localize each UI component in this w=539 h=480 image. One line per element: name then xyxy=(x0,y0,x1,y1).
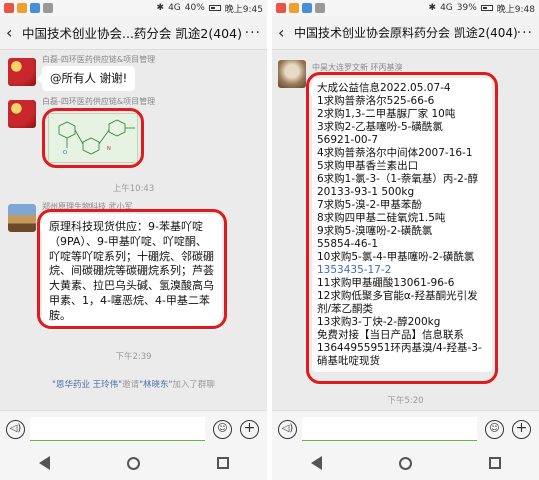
clock: 晚上9:45 xyxy=(224,4,263,15)
chat-title-bar: ‹ 中国技术创业协会原料药分会 凯途2(404) ··· xyxy=(272,16,539,50)
sender-name: 中昊大连罗文新 环丙基溴 xyxy=(312,63,403,72)
emoji-icon[interactable]: ☺ xyxy=(485,420,504,439)
back-arrow-icon[interactable]: ‹ xyxy=(278,23,294,42)
message-line: 11求购甲基硼酸13061-96-6 xyxy=(317,277,455,289)
message-bubble[interactable]: @所有人 谢谢! xyxy=(36,66,136,91)
battery-icon xyxy=(208,5,221,11)
message-list[interactable]: 中昊大连罗文新 环丙基溴 大成公益信息2022.05.07-4 1求购普萘洛尔5… xyxy=(272,50,539,410)
app-notification-icon xyxy=(4,3,14,13)
plus-icon[interactable]: + xyxy=(240,420,259,439)
user-link[interactable]: "林晓东" xyxy=(139,380,172,390)
message-line: 13求购3-丁炔-2-醇200kg xyxy=(317,316,441,328)
plus-icon[interactable]: + xyxy=(512,420,531,439)
timestamp: 下午5:20 xyxy=(387,396,424,406)
bluetooth-icon: ✱ xyxy=(428,3,437,13)
nav-back-icon[interactable] xyxy=(38,456,50,470)
nav-home-icon[interactable] xyxy=(126,456,140,470)
chemical-structure-image[interactable]: N O xyxy=(48,113,138,163)
sender-name: 白磊-四环医药供应链&项目管理 xyxy=(42,97,156,106)
message-bubble[interactable]: 大成公益信息2022.05.07-4 1求购普萘洛尔525-66-6 2求购1,… xyxy=(307,78,492,372)
android-nav-bar xyxy=(272,446,539,480)
message-line: 55854-46-1 xyxy=(317,238,379,250)
right-screenshot: ✱ 4G 39% 晚上9:48 ‹ 中国技术创业协会原料药分会 凯途2(404)… xyxy=(272,0,539,480)
voice-input-icon[interactable]: ◁) xyxy=(278,420,297,439)
svg-text:O: O xyxy=(63,150,67,156)
message-input[interactable] xyxy=(30,417,205,441)
nav-recent-apps-icon[interactable] xyxy=(216,457,229,469)
more-options-icon[interactable]: ··· xyxy=(245,25,261,41)
message-line: 20133-93-1 500kg xyxy=(317,186,415,198)
bluetooth-icon: ✱ xyxy=(156,3,165,13)
emoji-icon[interactable]: ☺ xyxy=(213,420,232,439)
battery-icon xyxy=(480,5,493,11)
app-notification-icon xyxy=(43,3,53,13)
app-notification-icon xyxy=(315,3,325,13)
nav-home-icon[interactable] xyxy=(398,456,412,470)
avatar[interactable] xyxy=(8,58,36,86)
nav-recent-apps-icon[interactable] xyxy=(488,457,501,469)
more-options-icon[interactable]: ··· xyxy=(517,25,533,41)
message-input[interactable] xyxy=(302,417,477,441)
avatar[interactable] xyxy=(278,60,306,88)
sender-name: 郑州原理生物科技 武小军 xyxy=(42,202,133,211)
app-notification-icon xyxy=(302,3,312,13)
chemical-structure-icon: N O xyxy=(58,119,135,156)
message-line: 4求购普萘洛尔中间体2007-16-1 xyxy=(317,147,473,159)
message-line: 8求购四甲基二硅氧烷1.5吨 xyxy=(317,212,446,224)
chat-title: 中国技术创业协会原料药分会 凯途2(404) xyxy=(294,26,517,40)
avatar[interactable] xyxy=(8,204,36,232)
message-line: 6求购1-氯-3-（1-萘氧基）丙-2-醇 xyxy=(317,173,479,185)
phone-link[interactable]: 1353435-17-2 xyxy=(317,264,487,277)
input-bar: ◁) ☺ + xyxy=(0,410,267,446)
chat-title: 中国技术创业协会...药分会 凯途2(404) xyxy=(22,26,242,41)
status-bar: ✱ 4G 40% 晚上9:45 xyxy=(0,0,267,16)
message-line: 12求购低聚多官能α-羟基酮光引发剂/苯乙酮类 xyxy=(317,290,478,315)
message-line: 56921-00-7 xyxy=(317,134,379,146)
message-line: 2求购1,3-二甲基脲厂家 10吨 xyxy=(317,108,456,120)
sender-name: 白磊-四环医药供应链&项目管理 xyxy=(42,55,156,64)
message-line: 免费对接【当日产品】信息联系13644955951环丙基溴/4-羟基-3-硝基吡… xyxy=(317,329,482,367)
signal-indicator: 4G xyxy=(168,3,181,13)
message-bubble[interactable]: 原理科技现货供应：9-苯基吖啶（9PA）、9-甲基吖啶、吖啶酮、吖啶等吖啶系列；… xyxy=(37,214,222,330)
voice-input-icon[interactable]: ◁) xyxy=(6,420,25,439)
timestamp: 下午2:39 xyxy=(115,352,152,362)
timestamp: 上午10:43 xyxy=(112,184,155,194)
status-bar: ✱ 4G 39% 晚上9:48 xyxy=(272,0,539,16)
clock: 晚上9:48 xyxy=(496,4,535,15)
message-line: 大成公益信息2022.05.07-4 xyxy=(317,82,451,94)
app-notification-icon xyxy=(289,3,299,13)
message-line: 7求购5-溴-2-甲基苯酚 xyxy=(317,199,422,211)
message-list[interactable]: 白磊-四环医药供应链&项目管理 @所有人 谢谢! 白磊-四环医药供应链&项目管理… xyxy=(0,50,267,410)
battery-percent: 39% xyxy=(456,3,477,13)
message-line: 10求购5-氯-4-甲基噻吩-2-磺酰氯 xyxy=(317,251,475,263)
svg-text:N: N xyxy=(107,146,111,152)
back-arrow-icon[interactable]: ‹ xyxy=(6,23,22,42)
app-notification-icon xyxy=(17,3,27,13)
user-link[interactable]: "恩华药业 王玲伟" xyxy=(52,380,122,390)
message-line: 3求购2-乙基噻吩-5-磺酰氯 xyxy=(317,121,443,133)
system-message: "恩华药业 王玲伟"邀请"林晓东"加入了群聊 xyxy=(52,380,215,390)
message-line: 5求购甲基香兰素出口 xyxy=(317,160,419,172)
chat-title-bar: ‹ 中国技术创业协会...药分会 凯途2(404) ··· xyxy=(0,16,267,50)
message-line: 9求购5-溴噻吩-2-磺酰氯 xyxy=(317,225,433,237)
battery-percent: 40% xyxy=(184,3,205,13)
signal-indicator: 4G xyxy=(440,3,453,13)
message-line: 1求购普萘洛尔525-66-6 xyxy=(317,95,435,107)
nav-back-icon[interactable] xyxy=(310,456,322,470)
app-notification-icon xyxy=(276,3,286,13)
left-screenshot: ✱ 4G 40% 晚上9:45 ‹ 中国技术创业协会...药分会 凯途2(404… xyxy=(0,0,267,480)
app-notification-icon xyxy=(30,3,40,13)
avatar[interactable] xyxy=(8,100,36,128)
input-bar: ◁) ☺ + xyxy=(272,410,539,446)
android-nav-bar xyxy=(0,446,267,480)
